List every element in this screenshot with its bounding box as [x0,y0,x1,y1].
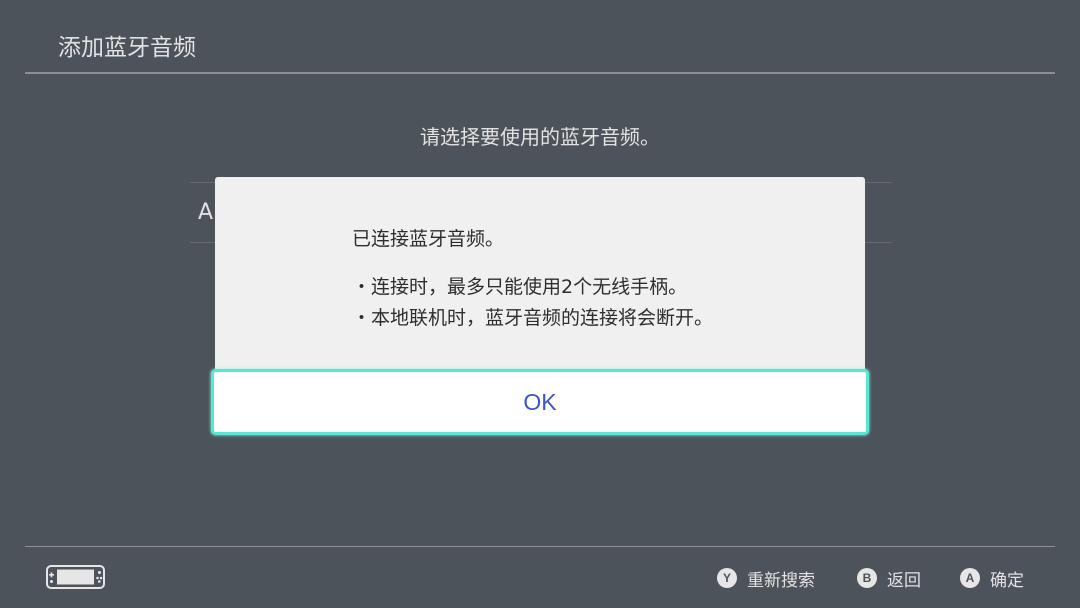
bluetooth-device-item[interactable]: A [198,200,213,225]
handheld-console-icon [46,565,105,589]
search-again-hint[interactable]: Y 重新搜索 [717,566,815,591]
instruction-text: 请选择要使用的蓝牙音频。 [420,125,660,149]
back-hint[interactable]: B 返回 [857,566,921,591]
confirm-hint[interactable]: A 确定 [960,566,1024,591]
y-button-icon: Y [717,568,737,588]
page-title: 添加蓝牙音频 [58,35,196,61]
dialog-bullet-local-play: ・本地联机时，蓝牙音频的连接将会断开。 [352,307,714,329]
search-again-label: 重新搜索 [747,570,815,591]
confirm-label: 确定 [990,570,1024,591]
dialog-bullet-controller-limit: ・连接时，最多只能使用2个无线手柄。 [352,276,688,298]
ok-button[interactable]: OK [211,369,869,435]
back-label: 返回 [887,570,921,591]
a-button-icon: A [960,568,980,588]
dialog-message: 已连接蓝牙音频。 [352,228,505,250]
b-button-icon: B [857,568,877,588]
ok-button-label: OK [523,388,557,415]
header-divider [25,72,1055,74]
footer-divider [25,546,1055,547]
